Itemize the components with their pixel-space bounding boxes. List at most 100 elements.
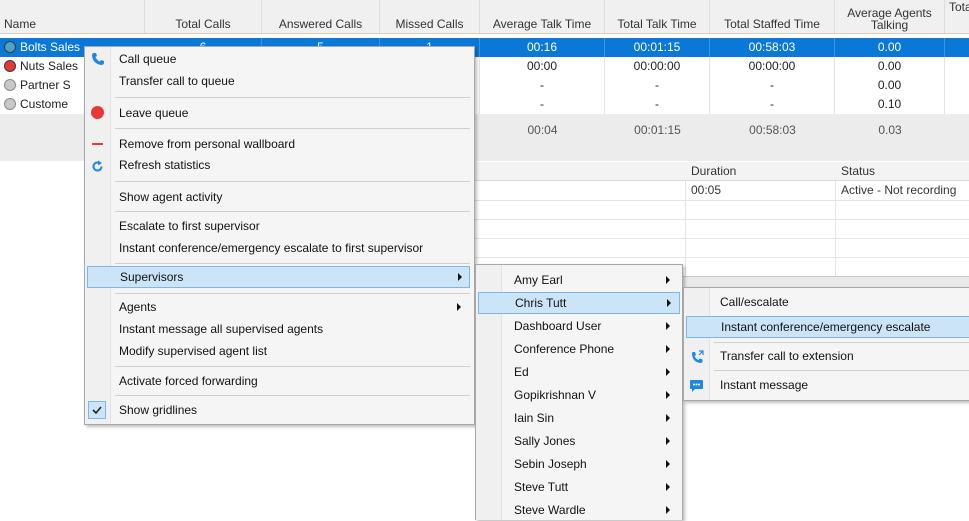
totals-total-talk-time: 00:01:15 — [634, 123, 681, 137]
supervisor-name: Gopikrishnan V — [514, 388, 597, 402]
supervisor-item[interactable]: Steve Wardle — [476, 499, 682, 521]
column-header-total-talk-time[interactable]: Total Talk Time — [605, 0, 710, 33]
menu-item-label: Transfer call to queue — [119, 74, 235, 88]
refresh-icon — [91, 158, 104, 180]
column-header-missed-calls[interactable]: Missed Calls — [380, 0, 480, 33]
queue-cell-agents-talking: 0.10 — [835, 95, 945, 114]
chat-bubble-icon — [689, 378, 704, 400]
calls-grid-header: Duration Status — [470, 162, 969, 181]
submenu-arrow-icon — [666, 483, 670, 491]
menu-separator — [115, 181, 470, 182]
menu-separator — [714, 342, 969, 343]
supervisor-item[interactable]: Iain Sin — [476, 407, 682, 429]
supervisor-item[interactable]: Sally Jones — [476, 430, 682, 452]
menu-item-label: Supervisors — [120, 270, 184, 284]
queue-cell-staffed: - — [710, 95, 835, 114]
supervisor-item[interactable]: Dashboard User — [476, 315, 682, 337]
queue-cell-agents-talking: 0.00 — [835, 76, 945, 95]
column-header-status[interactable]: Status — [835, 162, 969, 180]
menu-item-label: Activate forced forwarding — [119, 374, 258, 388]
menu-item-label: Leave queue — [119, 106, 189, 120]
column-header-average-talk-time[interactable]: Average Talk Time — [480, 0, 605, 33]
menu-separator — [115, 293, 470, 294]
menu-item-label: Instant conference/emergency escalate to… — [119, 241, 424, 255]
supervisor-item[interactable]: Amy Earl — [476, 269, 682, 291]
queue-cell-avg-talk: 00:16 — [480, 38, 605, 57]
menu-separator — [714, 370, 969, 371]
menu-separator — [115, 395, 470, 396]
grid-line — [470, 219, 969, 220]
submenu-arrow-icon — [666, 414, 670, 422]
totals-staffed-time: 00:58:03 — [749, 123, 796, 137]
submenu-arrow-icon — [457, 303, 461, 311]
menu-item-instant-conference-first-supervisor[interactable]: Instant conference/emergency escalate to… — [85, 237, 474, 259]
menu-item-show-agent-activity[interactable]: Show agent activity — [85, 186, 474, 208]
menu-separator — [115, 211, 470, 212]
supervisor-name: Ed — [514, 365, 529, 379]
supervisor-name: Amy Earl — [514, 273, 563, 287]
menu-item-modify-supervised-agent-list[interactable]: Modify supervised agent list — [85, 340, 474, 362]
supervisor-item[interactable]: Ed — [476, 361, 682, 383]
submenu-arrow-icon — [666, 460, 670, 468]
menu-item-call-queue[interactable]: Call queue — [85, 48, 474, 70]
supervisor-name: Iain Sin — [514, 411, 555, 425]
menu-item-supervisors[interactable]: Supervisors — [87, 266, 470, 288]
column-header-truncated[interactable]: Tota — [945, 0, 969, 33]
menu-item-leave-queue[interactable]: Leave queue — [85, 102, 474, 124]
grid-line — [470, 200, 969, 201]
queue-cell-agents-talking: 0.00 — [835, 38, 945, 57]
menu-item-call-escalate[interactable]: Call/escalate — [684, 291, 969, 313]
remove-icon — [92, 143, 103, 145]
supervisor-actions-submenu: Call/escalate Instant conference/emergen… — [683, 287, 969, 401]
supervisor-item[interactable]: Steve Tutt — [476, 476, 682, 498]
transfer-phone-icon — [690, 349, 704, 371]
column-header-total-calls[interactable]: Total Calls — [145, 0, 262, 33]
menu-item-remove-from-wallboard[interactable]: Remove from personal wallboard — [85, 133, 474, 155]
supervisor-name: Steve Tutt — [514, 480, 569, 494]
column-header-name[interactable]: Name — [0, 0, 145, 33]
supervisors-submenu: Amy Earl Chris Tutt Dashboard User Conferen… — [475, 264, 683, 520]
call-duration: 00:05 — [691, 183, 722, 197]
column-header-average-agents-talking[interactable]: Average Agents Talking — [835, 0, 945, 33]
menu-item-instant-conference-escalate[interactable]: Instant conference/emergency escalate — [686, 316, 969, 338]
submenu-arrow-icon — [458, 273, 462, 281]
supervisor-item[interactable]: Chris Tutt — [478, 292, 680, 314]
menu-item-label: Call queue — [119, 52, 177, 66]
supervisor-name: Sebin Joseph — [514, 457, 587, 471]
menu-item-label: Show agent activity — [119, 190, 223, 204]
submenu-arrow-icon — [666, 437, 670, 445]
totals-agents-talking: 0.03 — [878, 123, 902, 137]
queue-cell-total-talk: - — [605, 95, 710, 114]
menu-item-instant-message[interactable]: Instant message — [684, 374, 969, 396]
column-header-duration[interactable]: Duration — [685, 162, 835, 180]
column-header-answered-calls[interactable]: Answered Calls — [262, 0, 380, 33]
menu-item-label: Remove from personal wallboard — [119, 137, 296, 151]
queue-cell-avg-talk: - — [480, 76, 605, 95]
menu-item-activate-forced-forwarding[interactable]: Activate forced forwarding — [85, 370, 474, 392]
menu-separator — [115, 263, 470, 264]
menu-separator — [115, 366, 470, 367]
queue-cell-avg-talk: 00:00 — [480, 57, 605, 76]
submenu-arrow-icon — [666, 276, 670, 284]
calls-grid-body: 00:05 Active - Not recording — [470, 181, 969, 276]
menu-item-label: Escalate to first supervisor — [119, 219, 260, 233]
column-header-total-staffed-time[interactable]: Total Staffed Time — [710, 0, 835, 33]
queue-cell-staffed: - — [710, 76, 835, 95]
grid-line — [685, 181, 686, 276]
supervisor-item[interactable]: Gopikrishnan V — [476, 384, 682, 406]
menu-item-transfer-call-to-extension[interactable]: Transfer call to extension — [684, 345, 969, 367]
submenu-arrow-icon — [666, 506, 670, 514]
supervisor-name: Chris Tutt — [515, 296, 567, 310]
supervisor-item[interactable]: Conference Phone — [476, 338, 682, 360]
checkmark-icon — [88, 401, 106, 419]
menu-item-escalate-to-first-supervisor[interactable]: Escalate to first supervisor — [85, 215, 474, 237]
menu-separator — [115, 128, 470, 129]
menu-item-show-gridlines[interactable]: Show gridlines — [85, 399, 474, 421]
queue-cell-total-talk: - — [605, 76, 710, 95]
supervisor-name: Steve Wardle — [514, 503, 586, 517]
menu-item-refresh-statistics[interactable]: Refresh statistics — [85, 154, 474, 176]
supervisor-item[interactable]: Sebin Joseph — [476, 453, 682, 475]
menu-item-agents[interactable]: Agents — [85, 296, 474, 318]
menu-item-transfer-call-to-queue[interactable]: Transfer call to queue — [85, 70, 474, 92]
menu-item-instant-message-all-agents[interactable]: Instant message all supervised agents — [85, 318, 474, 340]
